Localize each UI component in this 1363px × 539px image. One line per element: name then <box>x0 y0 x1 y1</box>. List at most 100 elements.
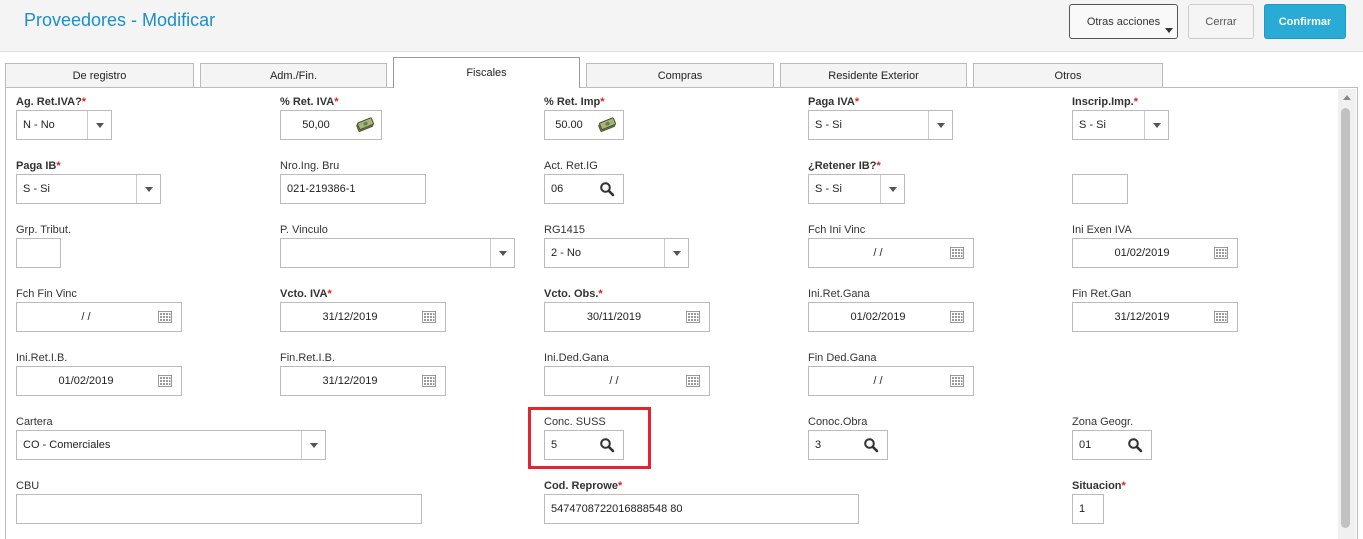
paga-iva-select[interactable]: S - Si <box>808 110 953 140</box>
unlabeled-box-input[interactable] <box>1072 174 1128 204</box>
rg1415-select[interactable]: 2 - No <box>544 238 689 268</box>
situacion-input[interactable]: 1 <box>1072 494 1104 524</box>
pct-ret-imp-value: 50.00 <box>555 119 583 131</box>
chevron-down-icon[interactable] <box>880 175 904 203</box>
scroll-thumb[interactable] <box>1341 108 1350 528</box>
zona-geogr-label: Zona Geogr. <box>1072 416 1133 428</box>
pct-ret-imp-label: % Ret. Imp* <box>544 96 605 108</box>
chevron-down-icon[interactable] <box>301 431 325 459</box>
required-marker: * <box>81 96 87 108</box>
cod-reprowe-label: Cod. Reprowe* <box>544 480 622 492</box>
cartera-select[interactable]: CO - Comerciales <box>16 430 326 460</box>
cbu-input[interactable] <box>16 494 422 524</box>
fin-ret-gan-value: 31/12/2019 <box>1114 311 1170 323</box>
tab-otros[interactable]: Otros <box>973 63 1163 87</box>
conoc-obra-label: Conoc.Obra <box>808 416 867 428</box>
tab-registro[interactable]: De registro <box>5 63 194 87</box>
paga-iva-label: Paga IVA* <box>808 96 859 108</box>
required-marker: * <box>600 96 605 108</box>
pct-ret-imp-label-text: % Ret. Imp <box>544 96 601 108</box>
required-marker: * <box>56 160 61 172</box>
nro-ing-bru-input[interactable]: 021-219386-1 <box>280 174 426 204</box>
paga-ib-value: S - Si <box>23 183 50 195</box>
cod-reprowe-input[interactable]: 5474708722016888548 80 <box>544 494 859 524</box>
situacion-value: 1 <box>1079 503 1086 515</box>
tab-compras[interactable]: Compras <box>586 63 774 87</box>
ini-ret-gana-input[interactable]: 01/02/2019 <box>808 302 974 332</box>
vcto-obs-value: 30/11/2019 <box>586 311 642 323</box>
zona-geogr-label-text: Zona Geogr. <box>1072 416 1134 428</box>
pct-ret-iva-value: 50,00 <box>302 119 330 131</box>
cartera-label-text: Cartera <box>16 416 53 428</box>
required-marker: * <box>327 288 332 300</box>
tab-adm-fin[interactable]: Adm./Fin. <box>200 63 387 87</box>
close-button[interactable]: Cerrar <box>1188 4 1254 39</box>
rg1415-value: 2 - No <box>551 247 581 259</box>
required-marker: * <box>1121 480 1126 492</box>
ini-ret-ib-input[interactable]: 01/02/2019 <box>16 366 182 396</box>
fin-ded-gana-label: Fin Ded.Gana <box>808 352 876 364</box>
pct-ret-iva-input[interactable]: 50,00 <box>280 110 382 140</box>
fin-ret-gan-label-text: Fin Ret.Gan <box>1072 288 1132 300</box>
fch-ini-vinc-label-text: Fch Ini Vinc <box>808 224 866 236</box>
chevron-down-icon[interactable] <box>1144 111 1168 139</box>
retener-ib-value: S - Si <box>815 183 842 195</box>
zona-geogr-input[interactable]: 01 <box>1072 430 1152 460</box>
chevron-down-icon[interactable] <box>664 239 688 267</box>
tab-fiscales[interactable]: Fiscales <box>393 57 580 88</box>
p-vinculo-select[interactable] <box>280 238 515 268</box>
ini-ded-gana-value: / / <box>609 375 619 387</box>
ag-ret-iva-label: Ag. Ret.IVA?* <box>16 96 86 108</box>
paga-ib-label-text: Paga IB <box>16 160 57 172</box>
fch-fin-vinc-input[interactable]: / / <box>16 302 182 332</box>
p-vinculo-label-text: P. Vinculo <box>280 224 328 236</box>
ini-exen-iva-input[interactable]: 01/02/2019 <box>1072 238 1238 268</box>
chevron-down-icon[interactable] <box>87 111 111 139</box>
ini-ded-gana-label: Ini.Ded.Gana <box>544 352 609 364</box>
fin-ret-gan-input[interactable]: 31/12/2019 <box>1072 302 1238 332</box>
retener-ib-label: ¿Retener IB?* <box>808 160 881 172</box>
inscrip-imp-select[interactable]: S - Si <box>1072 110 1169 140</box>
conoc-obra-input[interactable]: 3 <box>808 430 888 460</box>
confirm-button[interactable]: Confirmar <box>1264 4 1346 39</box>
fin-ret-ib-input[interactable]: 31/12/2019 <box>280 366 446 396</box>
fin-ret-ib-value: 31/12/2019 <box>322 375 378 387</box>
retener-ib-select[interactable]: S - Si <box>808 174 905 204</box>
scroll-up-icon[interactable] <box>1343 95 1351 100</box>
ini-ded-gana-input[interactable]: / / <box>544 366 710 396</box>
required-marker: * <box>598 288 603 300</box>
chevron-down-icon[interactable] <box>928 111 952 139</box>
required-marker: * <box>876 160 881 172</box>
ag-ret-iva-select[interactable]: N - No <box>16 110 112 140</box>
act-ret-ig-input[interactable]: 06 <box>544 174 624 204</box>
paga-ib-select[interactable]: S - Si <box>16 174 161 204</box>
situacion-label-text: Situacion <box>1072 480 1122 492</box>
vertical-scrollbar[interactable] <box>1338 89 1356 539</box>
grp-tribut-input[interactable] <box>16 238 61 268</box>
ini-ret-gana-label-text: Ini.Ret.Gana <box>808 288 870 300</box>
pct-ret-imp-input[interactable]: 50.00 <box>544 110 624 140</box>
tab-residente-exterior[interactable]: Residente Exterior <box>780 63 967 87</box>
nro-ing-bru-label-text: Nro.Ing. Bru <box>280 160 340 172</box>
fin-ded-gana-input[interactable]: / / <box>808 366 974 396</box>
fch-ini-vinc-input[interactable]: / / <box>808 238 974 268</box>
cod-reprowe-label-text: Cod. Reprowe <box>544 480 618 492</box>
paga-iva-label-text: Paga IVA <box>808 96 855 108</box>
vcto-obs-input[interactable]: 30/11/2019 <box>544 302 710 332</box>
vcto-iva-input[interactable]: 31/12/2019 <box>280 302 446 332</box>
fch-fin-vinc-label: Fch Fin Vinc <box>16 288 77 300</box>
conoc-obra-label-text: Conoc.Obra <box>808 416 868 428</box>
retener-ib-label-text: ¿Retener IB? <box>808 160 877 172</box>
ini-ret-ib-label-text: Ini.Ret.I.B. <box>16 352 68 364</box>
chevron-down-icon[interactable] <box>490 239 514 267</box>
cod-reprowe-value: 5474708722016888548 80 <box>551 503 683 515</box>
chevron-down-icon[interactable] <box>136 175 160 203</box>
other-actions-button[interactable]: Otras acciones <box>1069 4 1178 39</box>
grp-tribut-label-text: Grp. Tribut. <box>16 224 72 236</box>
act-ret-ig-value: 06 <box>551 183 564 195</box>
paga-ib-label: Paga IB* <box>16 160 61 172</box>
vcto-iva-label-text: Vcto. IVA <box>280 288 328 300</box>
highlight-box <box>528 407 651 469</box>
fin-ret-ib-label-text: Fin.Ret.I.B. <box>280 352 336 364</box>
cbu-label-text: CBU <box>16 480 40 492</box>
